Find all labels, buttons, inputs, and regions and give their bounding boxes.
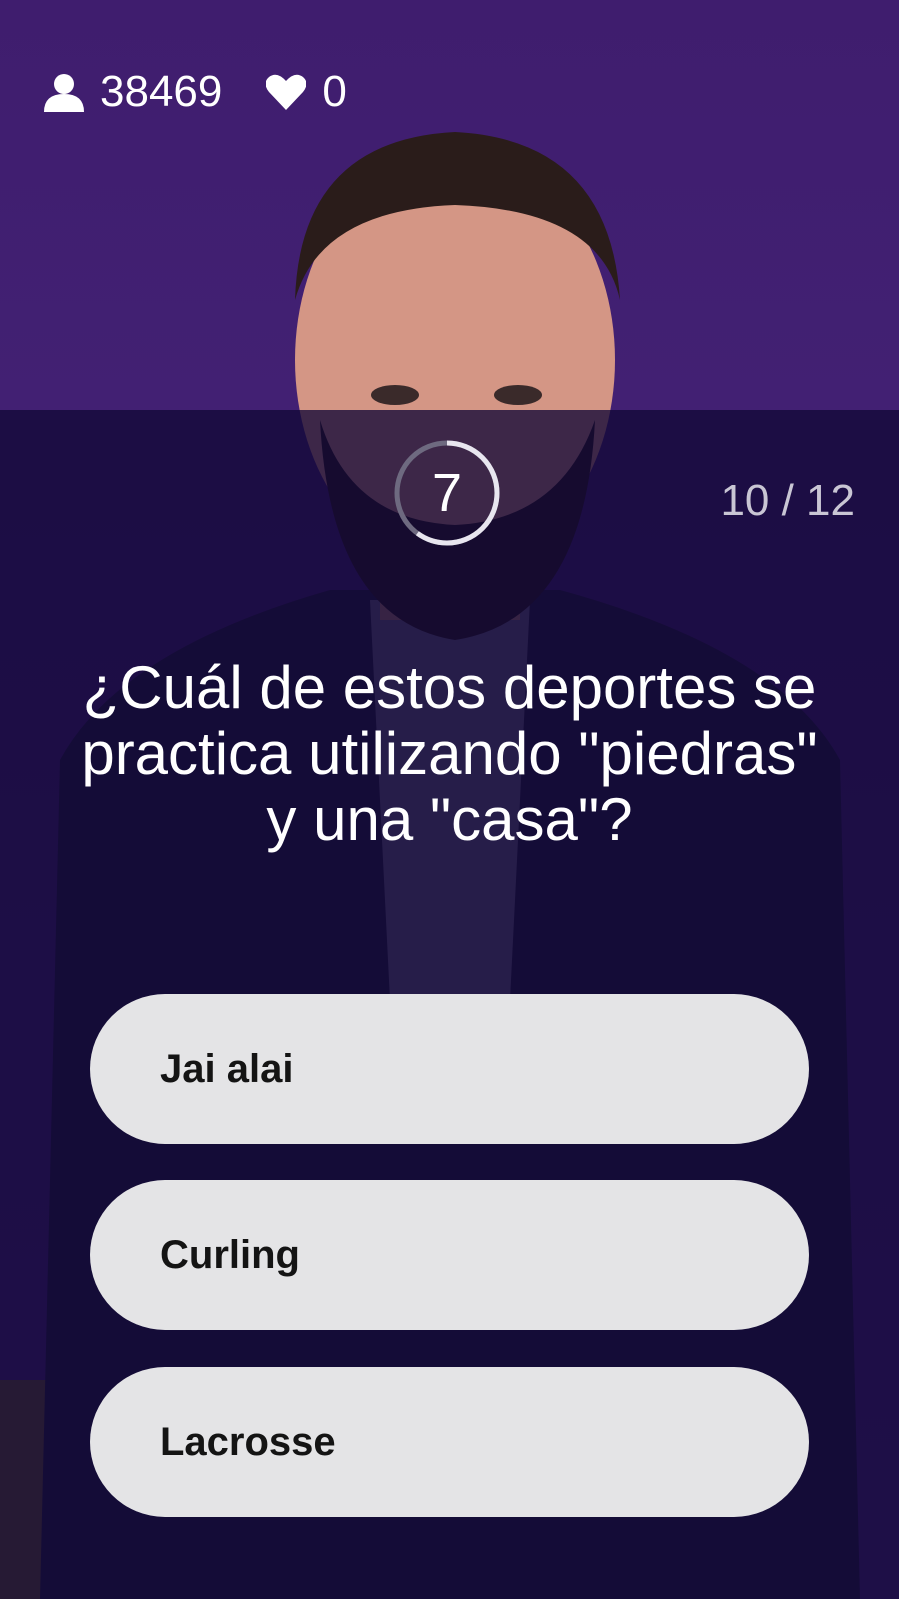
- question-text: ¿Cuál de estos deportes se practica util…: [81, 654, 818, 853]
- person-icon: [44, 74, 84, 112]
- timer-seconds: 7: [431, 463, 463, 523]
- lives-count-value: 0: [322, 67, 347, 116]
- top-stats: 38469 0: [44, 62, 391, 122]
- countdown-timer: 7: [392, 438, 512, 558]
- answer-option-3[interactable]: Lacrosse: [90, 1367, 809, 1517]
- answer-option-1[interactable]: Jai alai: [90, 994, 809, 1144]
- viewer-count: 38469: [44, 67, 222, 117]
- question-progress: 10 / 12: [720, 476, 855, 525]
- answer-label: Lacrosse: [160, 1419, 336, 1464]
- heart-icon: [266, 74, 307, 110]
- answer-label: Jai alai: [160, 1046, 294, 1091]
- answer-label: Curling: [160, 1232, 300, 1277]
- viewer-count-value: 38469: [100, 67, 223, 116]
- answer-option-2[interactable]: Curling: [90, 1180, 809, 1330]
- lives-count: 0: [266, 67, 347, 117]
